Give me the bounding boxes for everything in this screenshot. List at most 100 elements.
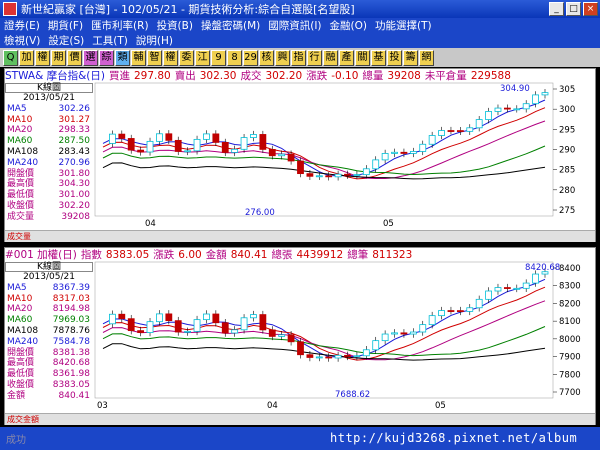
toolbar-button[interactable]: 類 bbox=[115, 49, 130, 66]
candle-body[interactable] bbox=[165, 133, 173, 141]
toolbar-button[interactable]: 核 bbox=[259, 49, 274, 66]
candle-body[interactable] bbox=[391, 151, 398, 154]
menu-item[interactable]: 期貨(F) bbox=[44, 18, 87, 33]
candle-body[interactable] bbox=[268, 329, 276, 337]
candle-body[interactable] bbox=[174, 139, 182, 152]
candle-body[interactable] bbox=[231, 329, 239, 334]
menu-item[interactable]: 投資(B) bbox=[153, 18, 197, 33]
maximize-button[interactable]: □ bbox=[566, 2, 581, 16]
menu-item[interactable]: 功能選擇(T) bbox=[371, 18, 436, 33]
toolbar-button[interactable]: 輔 bbox=[131, 49, 146, 66]
candle-body[interactable] bbox=[315, 175, 323, 178]
toolbar-button[interactable]: 產 bbox=[339, 49, 354, 66]
candle-body[interactable] bbox=[381, 333, 389, 342]
candle-body[interactable] bbox=[344, 173, 351, 176]
candle-body[interactable] bbox=[137, 149, 145, 153]
candle-body[interactable] bbox=[259, 134, 267, 150]
candle-body[interactable] bbox=[137, 330, 145, 333]
menu-item[interactable]: 工具(T) bbox=[88, 33, 132, 48]
candle-body[interactable] bbox=[325, 175, 333, 178]
candle-body[interactable] bbox=[184, 150, 192, 153]
candle-body[interactable] bbox=[203, 313, 210, 321]
candle-body[interactable] bbox=[109, 133, 116, 144]
candle-body[interactable] bbox=[174, 320, 182, 333]
candle-body[interactable] bbox=[334, 354, 342, 359]
candle-body[interactable] bbox=[240, 137, 248, 150]
candle-body[interactable] bbox=[193, 319, 201, 332]
toolbar-button[interactable]: 投 bbox=[387, 49, 402, 66]
candle-body[interactable] bbox=[419, 324, 427, 333]
candle-body[interactable] bbox=[334, 173, 342, 178]
candle-body[interactable] bbox=[503, 287, 511, 289]
candle-body[interactable] bbox=[240, 317, 248, 331]
candle-body[interactable] bbox=[118, 313, 126, 320]
candle-body[interactable] bbox=[409, 151, 417, 154]
toolbar-button[interactable]: 選 bbox=[83, 49, 98, 66]
toolbar-button[interactable]: 行 bbox=[307, 49, 322, 66]
candle-body[interactable] bbox=[456, 130, 464, 132]
candle-body[interactable] bbox=[315, 356, 323, 359]
candle-body[interactable] bbox=[250, 314, 257, 319]
toolbar-button[interactable]: 權 bbox=[163, 49, 178, 66]
candle-body[interactable] bbox=[109, 313, 116, 325]
candle-body[interactable] bbox=[344, 354, 351, 357]
menu-item[interactable]: 說明(H) bbox=[132, 33, 177, 48]
candle-body[interactable] bbox=[541, 92, 549, 96]
toolbar-button[interactable]: 加 bbox=[19, 49, 34, 66]
toolbar-button[interactable]: 期 bbox=[51, 49, 66, 66]
menu-item[interactable]: 匯市利率(R) bbox=[87, 18, 153, 33]
candlestick-chart[interactable]: 8400 8300 8200 8100 8000 7900 7800 7700 03 04 05 84… bbox=[5, 248, 597, 426]
candle-body[interactable] bbox=[522, 103, 530, 110]
close-button[interactable]: × bbox=[583, 2, 598, 16]
chart-panel-taiex[interactable]: #001 加權(日) 指數 8383.05 漲跌 6.00 金額 840.41 總張 4439… bbox=[4, 247, 596, 425]
candle-body[interactable] bbox=[428, 315, 436, 326]
toolbar-button[interactable]: 29 bbox=[243, 49, 258, 66]
candle-body[interactable] bbox=[381, 153, 389, 161]
toolbar-button[interactable]: 委 bbox=[179, 49, 194, 66]
candle-body[interactable] bbox=[532, 273, 539, 284]
candle-body[interactable] bbox=[259, 314, 267, 331]
candle-body[interactable] bbox=[278, 334, 286, 337]
candle-body[interactable] bbox=[409, 331, 417, 335]
menu-item[interactable]: 設定(S) bbox=[44, 33, 88, 48]
candle-body[interactable] bbox=[297, 341, 304, 356]
candle-body[interactable] bbox=[127, 318, 135, 332]
candle-body[interactable] bbox=[146, 321, 154, 333]
toolbar-button[interactable]: 智 bbox=[147, 49, 162, 66]
candle-body[interactable] bbox=[221, 322, 229, 334]
toolbar-button[interactable]: 籌 bbox=[403, 49, 418, 66]
candle-body[interactable] bbox=[466, 127, 474, 132]
candle-body[interactable] bbox=[362, 349, 370, 357]
chart-panel-stwa[interactable]: STWA& 摩台指&(日) 買進 297.80 賣出 302.30 成交 302.20 漲跌… bbox=[4, 68, 596, 242]
candle-body[interactable] bbox=[447, 130, 455, 132]
candle-body[interactable] bbox=[306, 173, 314, 177]
minimize-button[interactable]: _ bbox=[549, 2, 564, 16]
candle-body[interactable] bbox=[184, 330, 192, 333]
toolbar-button[interactable]: 價 bbox=[67, 49, 82, 66]
candle-body[interactable] bbox=[475, 119, 483, 129]
candlestick-chart[interactable]: 305 300 295 290 285 280 275 04 05 304.90 276.00 bbox=[5, 69, 597, 243]
candle-body[interactable] bbox=[532, 94, 539, 105]
candle-body[interactable] bbox=[522, 282, 530, 289]
candle-body[interactable] bbox=[438, 310, 445, 317]
candle-body[interactable] bbox=[466, 307, 474, 312]
toolbar-button[interactable]: 基 bbox=[371, 49, 386, 66]
toolbar-button[interactable]: Q bbox=[3, 49, 18, 66]
toolbar-button[interactable]: 9 bbox=[211, 49, 226, 66]
candle-body[interactable] bbox=[193, 138, 201, 152]
candle-body[interactable] bbox=[127, 138, 135, 151]
toolbar-button[interactable]: 興 bbox=[275, 49, 290, 66]
candle-body[interactable] bbox=[485, 111, 492, 120]
candle-body[interactable] bbox=[325, 356, 333, 359]
candle-body[interactable] bbox=[428, 135, 436, 145]
candle-body[interactable] bbox=[297, 160, 304, 175]
toolbar-button[interactable]: 融 bbox=[323, 49, 338, 66]
toolbar-button[interactable]: 綜 bbox=[99, 49, 114, 66]
menu-item[interactable]: 檢視(V) bbox=[0, 33, 44, 48]
candle-body[interactable] bbox=[221, 142, 229, 153]
candle-body[interactable] bbox=[165, 313, 173, 322]
candle-body[interactable] bbox=[372, 340, 380, 351]
candle-body[interactable] bbox=[438, 130, 445, 136]
candle-body[interactable] bbox=[212, 313, 220, 324]
candle-body[interactable] bbox=[306, 354, 314, 358]
